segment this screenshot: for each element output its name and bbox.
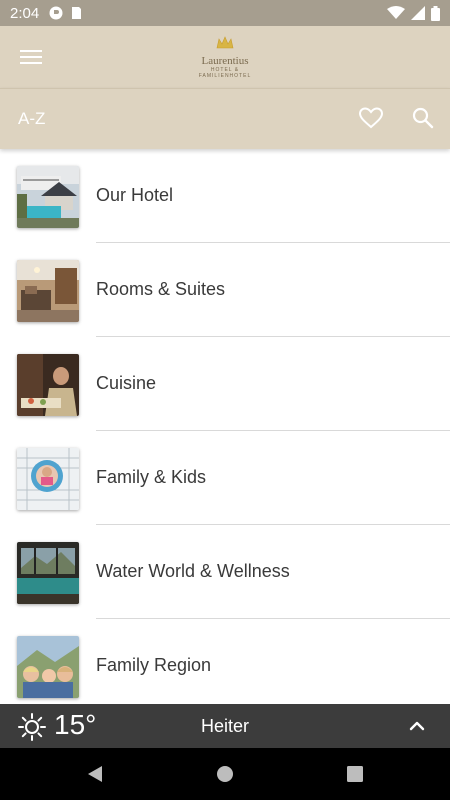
hotel-photo — [17, 166, 79, 228]
app-bar: Laurentius HOTEL & FAMILIENHOTEL — [0, 26, 450, 88]
list-item-label: Rooms & Suites — [96, 279, 226, 299]
battery-icon — [431, 5, 440, 21]
status-bar: 2:04 — [0, 0, 450, 26]
search-icon[interactable] — [410, 105, 436, 131]
logo-text: Laurentius — [201, 55, 249, 67]
app-notification-icon — [49, 6, 63, 20]
az-label[interactable]: A-Z — [18, 109, 45, 129]
list-item-family-kids[interactable]: Family & Kids — [0, 431, 450, 525]
weather-description: Heiter — [200, 716, 249, 736]
chef-photo — [17, 354, 79, 416]
heart-icon[interactable] — [358, 105, 384, 131]
pool-photo — [17, 542, 79, 604]
hotel-logo: Laurentius HOTEL & FAMILIENHOTEL — [195, 36, 255, 80]
list-item-cuisine[interactable]: Cuisine — [0, 337, 450, 431]
list-item-water-world-wellness[interactable]: Water World & Wellness — [0, 525, 450, 619]
system-nav-bar — [0, 748, 450, 800]
category-list: Our Hotel Rooms & Suites Cuisine Family … — [0, 149, 450, 704]
room-photo — [17, 260, 79, 322]
hamburger-menu-icon[interactable] — [20, 46, 42, 68]
list-item-rooms-suites[interactable]: Rooms & Suites — [0, 243, 450, 337]
family-photo — [17, 636, 79, 698]
cellular-icon — [411, 6, 425, 20]
sd-card-icon — [72, 7, 82, 19]
back-icon[interactable] — [86, 765, 104, 783]
list-item-family-region[interactable]: Family Region — [0, 619, 450, 704]
list-item-label: Water World & Wellness — [96, 561, 290, 581]
status-time: 2:04 — [10, 4, 40, 22]
list-item-label: Cuisine — [96, 373, 157, 393]
home-icon[interactable] — [216, 765, 234, 783]
crown-icon — [216, 36, 234, 49]
list-item-label: Family Region — [96, 655, 212, 675]
recents-icon[interactable] — [346, 765, 364, 783]
wifi-icon — [387, 6, 405, 19]
list-item-our-hotel[interactable]: Our Hotel — [0, 149, 450, 243]
chevron-up-icon[interactable] — [408, 718, 426, 732]
list-item-label: Family & Kids — [96, 467, 207, 487]
sub-bar: A-Z — [0, 88, 450, 149]
kids-photo — [17, 448, 79, 510]
weather-bar[interactable]: 15° Heiter — [0, 704, 450, 748]
list-item-label: Our Hotel — [96, 185, 174, 205]
logo-subtext: HOTEL & FAMILIENHOTEL — [198, 67, 252, 79]
